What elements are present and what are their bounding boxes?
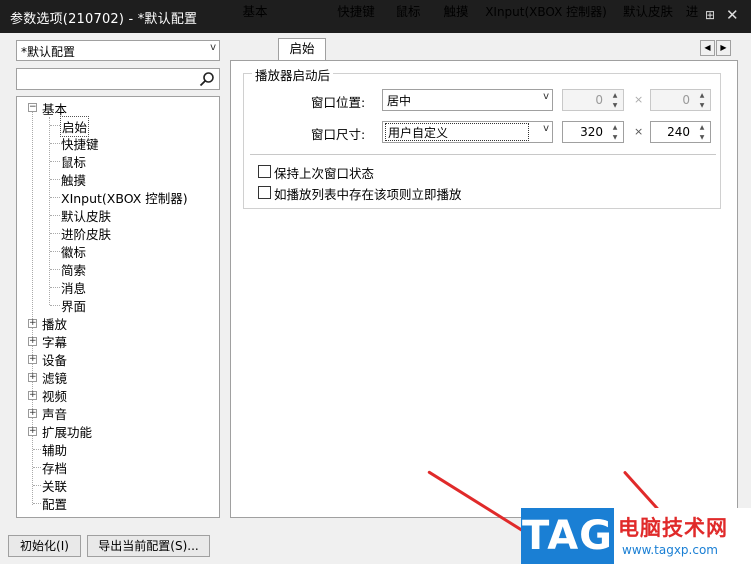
watermark-site-name: 电脑技术网	[618, 516, 728, 540]
expand-icon[interactable]: +	[28, 391, 37, 400]
window-position-label: 窗口位置:	[311, 95, 366, 110]
keep-window-state-label[interactable]: 保持上次窗口状态	[274, 163, 374, 182]
window-position-select[interactable]: 居中 v	[382, 89, 553, 111]
spin-up-icon[interactable]: ▲	[608, 123, 622, 133]
export-config-button[interactable]: 导出当前配置(S)...	[87, 535, 210, 557]
position-y-value: 0	[682, 93, 690, 107]
tree-line	[32, 107, 33, 505]
width-stepper[interactable]: 320 ▲ ▼	[562, 121, 624, 143]
tree-node-advanced-skin[interactable]: 进阶皮肤	[61, 224, 111, 243]
keep-window-state-checkbox[interactable]	[258, 165, 271, 178]
settings-tree[interactable]: − 基本 启始 快捷键 鼠标 触摸 XInput(XBOX 控制器) 默认皮肤 …	[16, 96, 220, 518]
tree-node-messages[interactable]: 消息	[61, 278, 86, 297]
profile-select[interactable]: *默认配置 v	[16, 40, 220, 61]
height-value: 240	[667, 125, 690, 139]
watermark-url: www.tagxp.com	[622, 543, 718, 557]
play-existing-label[interactable]: 如播放列表中存在该项则立即播放	[274, 184, 462, 203]
separator	[250, 154, 716, 155]
preferences-window: 参数选项(210702) - *默认配置 ⊞ ✕ *默认配置 v − 基本 启始…	[0, 0, 751, 564]
tree-node-interface[interactable]: 界面	[61, 296, 86, 315]
tab-hotkeys[interactable]: 快捷键	[331, 2, 381, 22]
width-value: 320	[580, 125, 603, 139]
tree-node-association[interactable]: 关联	[42, 476, 67, 495]
tab-more[interactable]: 进	[685, 2, 699, 22]
expand-icon[interactable]: +	[28, 319, 37, 328]
search-icon[interactable]	[199, 71, 215, 87]
tree-node-config[interactable]: 配置	[42, 494, 67, 513]
tree-node-filters[interactable]: 滤镜	[42, 368, 67, 387]
profile-select-value: *默认配置	[21, 45, 76, 59]
tab-scroll-right-icon[interactable]: ▶	[716, 40, 731, 56]
tree-node-video[interactable]: 视频	[42, 386, 67, 405]
collapse-icon[interactable]: −	[28, 103, 37, 112]
play-existing-checkbox[interactable]	[258, 186, 271, 199]
window-size-value: 用户自定义	[385, 123, 529, 141]
close-icon[interactable]: ✕	[726, 6, 742, 24]
tree-node-brief[interactable]: 简索	[61, 260, 86, 279]
pin-icon[interactable]: ⊞	[705, 8, 719, 22]
position-x-value: 0	[595, 93, 603, 107]
expand-icon[interactable]: +	[28, 373, 37, 382]
tree-node-assist[interactable]: 辅助	[42, 440, 67, 459]
tab-xinput[interactable]: XInput(XBOX 控制器)	[484, 2, 608, 22]
tab-startup[interactable]: 启始	[278, 38, 326, 61]
tab-default-skin[interactable]: 默认皮肤	[616, 2, 680, 22]
expand-icon[interactable]: +	[28, 427, 37, 436]
spin-down-icon[interactable]: ▼	[608, 101, 622, 111]
times-symbol: ×	[634, 93, 644, 106]
tree-node-devices[interactable]: 设备	[42, 350, 67, 369]
expand-icon[interactable]: +	[28, 409, 37, 418]
chevron-down-icon: v	[543, 91, 549, 102]
spin-up-icon[interactable]: ▲	[695, 91, 709, 101]
chevron-down-icon: v	[543, 123, 549, 134]
reset-button[interactable]: 初始化(I)	[8, 535, 81, 557]
tree-node-default-skin[interactable]: 默认皮肤	[61, 206, 111, 225]
window-position-value: 居中	[387, 94, 412, 108]
tree-node-touch[interactable]: 触摸	[61, 170, 86, 189]
tree-line	[49, 117, 50, 305]
spin-down-icon[interactable]: ▼	[608, 133, 622, 143]
spin-up-icon[interactable]: ▲	[695, 123, 709, 133]
startup-group-title: 播放器启动后	[252, 65, 334, 84]
window-size-select[interactable]: 用户自定义 v	[382, 121, 553, 143]
watermark-logo: TAG	[521, 508, 614, 564]
tree-node-archive[interactable]: 存档	[42, 458, 67, 477]
spin-up-icon[interactable]: ▲	[608, 91, 622, 101]
tree-node-audio[interactable]: 声音	[42, 404, 67, 423]
tab-mouse[interactable]: 鼠标	[389, 2, 427, 22]
tree-node-subtitles[interactable]: 字幕	[42, 332, 67, 351]
height-stepper[interactable]: 240 ▲ ▼	[650, 121, 711, 143]
tree-node-playback[interactable]: 播放	[42, 314, 67, 333]
tab-scroll-left-icon[interactable]: ◀	[700, 40, 715, 56]
tab-basic[interactable]: 基本	[236, 2, 274, 22]
expand-icon[interactable]: +	[28, 337, 37, 346]
position-y-stepper[interactable]: 0 ▲ ▼	[650, 89, 711, 111]
tree-node-hotkeys[interactable]: 快捷键	[61, 134, 99, 153]
tree-node-extensions[interactable]: 扩展功能	[42, 422, 92, 441]
tree-node-xinput[interactable]: XInput(XBOX 控制器)	[61, 188, 188, 207]
expand-icon[interactable]: +	[28, 355, 37, 364]
window-size-label: 窗口尺寸:	[311, 127, 366, 142]
window-title: 参数选项(210702) - *默认配置	[10, 12, 198, 27]
tree-node-logo[interactable]: 徽标	[61, 242, 86, 261]
tab-touch[interactable]: 触摸	[437, 2, 475, 22]
position-x-stepper[interactable]: 0 ▲ ▼	[562, 89, 624, 111]
times-symbol: ×	[634, 125, 644, 138]
search-input[interactable]	[16, 68, 220, 90]
spin-down-icon[interactable]: ▼	[695, 101, 709, 111]
spin-down-icon[interactable]: ▼	[695, 133, 709, 143]
chevron-down-icon: v	[210, 42, 216, 53]
tree-node-mouse[interactable]: 鼠标	[61, 152, 86, 171]
